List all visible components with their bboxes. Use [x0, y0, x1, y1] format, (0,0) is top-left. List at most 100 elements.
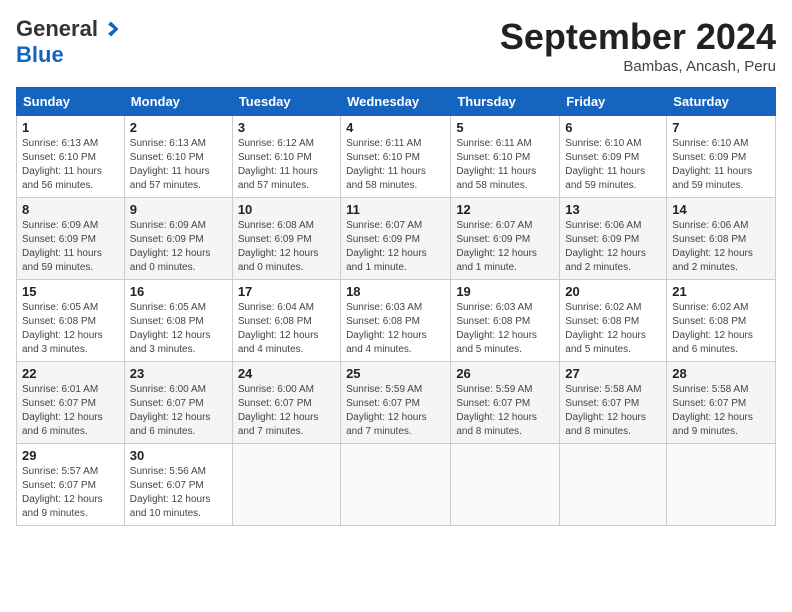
calendar-cell: 18 Sunrise: 6:03 AM Sunset: 6:08 PM Dayl… [341, 280, 451, 362]
calendar-week-row: 29 Sunrise: 5:57 AM Sunset: 6:07 PM Dayl… [17, 444, 776, 526]
day-info: Sunrise: 5:58 AM Sunset: 6:07 PM Dayligh… [565, 383, 661, 439]
col-tuesday: Tuesday [232, 88, 340, 116]
calendar-cell: 22 Sunrise: 6:01 AM Sunset: 6:07 PM Dayl… [17, 362, 125, 444]
day-info: Sunrise: 6:00 AM Sunset: 6:07 PM Dayligh… [238, 383, 335, 439]
logo-icon [102, 20, 120, 38]
calendar-cell: 15 Sunrise: 6:05 AM Sunset: 6:08 PM Dayl… [17, 280, 125, 362]
day-number: 20 [565, 284, 661, 299]
day-number: 23 [130, 366, 227, 381]
day-number: 12 [456, 202, 554, 217]
day-info: Sunrise: 6:11 AM Sunset: 6:10 PM Dayligh… [456, 137, 554, 193]
day-number: 13 [565, 202, 661, 217]
page-header: General Blue September 2024 Bambas, Anca… [16, 16, 776, 75]
calendar-cell: 30 Sunrise: 5:56 AM Sunset: 6:07 PM Dayl… [124, 444, 232, 526]
day-number: 2 [130, 120, 227, 135]
col-friday: Friday [560, 88, 667, 116]
day-info: Sunrise: 6:05 AM Sunset: 6:08 PM Dayligh… [130, 301, 227, 357]
calendar-cell: 10 Sunrise: 6:08 AM Sunset: 6:09 PM Dayl… [232, 198, 340, 280]
month-title: September 2024 [500, 16, 776, 58]
day-number: 25 [346, 366, 445, 381]
col-monday: Monday [124, 88, 232, 116]
calendar-cell [667, 444, 776, 526]
day-info: Sunrise: 6:07 AM Sunset: 6:09 PM Dayligh… [346, 219, 445, 275]
day-number: 4 [346, 120, 445, 135]
calendar-cell: 11 Sunrise: 6:07 AM Sunset: 6:09 PM Dayl… [341, 198, 451, 280]
calendar-week-row: 1 Sunrise: 6:13 AM Sunset: 6:10 PM Dayli… [17, 116, 776, 198]
calendar-cell: 7 Sunrise: 6:10 AM Sunset: 6:09 PM Dayli… [667, 116, 776, 198]
calendar-cell: 6 Sunrise: 6:10 AM Sunset: 6:09 PM Dayli… [560, 116, 667, 198]
day-info: Sunrise: 6:07 AM Sunset: 6:09 PM Dayligh… [456, 219, 554, 275]
day-info: Sunrise: 6:03 AM Sunset: 6:08 PM Dayligh… [346, 301, 445, 357]
col-wednesday: Wednesday [341, 88, 451, 116]
day-info: Sunrise: 6:05 AM Sunset: 6:08 PM Dayligh… [22, 301, 119, 357]
day-number: 22 [22, 366, 119, 381]
calendar-cell: 25 Sunrise: 5:59 AM Sunset: 6:07 PM Dayl… [341, 362, 451, 444]
day-info: Sunrise: 5:57 AM Sunset: 6:07 PM Dayligh… [22, 465, 119, 521]
day-number: 8 [22, 202, 119, 217]
day-info: Sunrise: 6:02 AM Sunset: 6:08 PM Dayligh… [672, 301, 770, 357]
day-number: 3 [238, 120, 335, 135]
day-info: Sunrise: 5:59 AM Sunset: 6:07 PM Dayligh… [456, 383, 554, 439]
calendar-cell: 26 Sunrise: 5:59 AM Sunset: 6:07 PM Dayl… [451, 362, 560, 444]
day-number: 29 [22, 448, 119, 463]
day-number: 26 [456, 366, 554, 381]
day-number: 30 [130, 448, 227, 463]
day-info: Sunrise: 6:09 AM Sunset: 6:09 PM Dayligh… [22, 219, 119, 275]
day-number: 21 [672, 284, 770, 299]
calendar-cell: 9 Sunrise: 6:09 AM Sunset: 6:09 PM Dayli… [124, 198, 232, 280]
day-number: 14 [672, 202, 770, 217]
calendar-week-row: 22 Sunrise: 6:01 AM Sunset: 6:07 PM Dayl… [17, 362, 776, 444]
logo-general-text: General [16, 16, 98, 42]
calendar-cell: 17 Sunrise: 6:04 AM Sunset: 6:08 PM Dayl… [232, 280, 340, 362]
day-info: Sunrise: 6:13 AM Sunset: 6:10 PM Dayligh… [22, 137, 119, 193]
calendar-table: Sunday Monday Tuesday Wednesday Thursday… [16, 87, 776, 526]
calendar-cell: 1 Sunrise: 6:13 AM Sunset: 6:10 PM Dayli… [17, 116, 125, 198]
calendar-cell [560, 444, 667, 526]
calendar-cell: 28 Sunrise: 5:58 AM Sunset: 6:07 PM Dayl… [667, 362, 776, 444]
day-info: Sunrise: 6:13 AM Sunset: 6:10 PM Dayligh… [130, 137, 227, 193]
calendar-cell: 14 Sunrise: 6:06 AM Sunset: 6:08 PM Dayl… [667, 198, 776, 280]
calendar-cell: 19 Sunrise: 6:03 AM Sunset: 6:08 PM Dayl… [451, 280, 560, 362]
day-info: Sunrise: 6:01 AM Sunset: 6:07 PM Dayligh… [22, 383, 119, 439]
calendar-cell: 5 Sunrise: 6:11 AM Sunset: 6:10 PM Dayli… [451, 116, 560, 198]
calendar-cell [232, 444, 340, 526]
day-number: 19 [456, 284, 554, 299]
calendar-cell: 16 Sunrise: 6:05 AM Sunset: 6:08 PM Dayl… [124, 280, 232, 362]
day-number: 15 [22, 284, 119, 299]
day-info: Sunrise: 6:10 AM Sunset: 6:09 PM Dayligh… [565, 137, 661, 193]
calendar-cell: 3 Sunrise: 6:12 AM Sunset: 6:10 PM Dayli… [232, 116, 340, 198]
title-block: September 2024 Bambas, Ancash, Peru [500, 16, 776, 75]
col-saturday: Saturday [667, 88, 776, 116]
day-number: 28 [672, 366, 770, 381]
location: Bambas, Ancash, Peru [500, 58, 776, 75]
logo-blue-text: Blue [16, 42, 64, 68]
day-info: Sunrise: 6:02 AM Sunset: 6:08 PM Dayligh… [565, 301, 661, 357]
col-thursday: Thursday [451, 88, 560, 116]
day-info: Sunrise: 6:11 AM Sunset: 6:10 PM Dayligh… [346, 137, 445, 193]
day-number: 9 [130, 202, 227, 217]
day-info: Sunrise: 5:56 AM Sunset: 6:07 PM Dayligh… [130, 465, 227, 521]
day-info: Sunrise: 5:59 AM Sunset: 6:07 PM Dayligh… [346, 383, 445, 439]
calendar-cell: 21 Sunrise: 6:02 AM Sunset: 6:08 PM Dayl… [667, 280, 776, 362]
day-info: Sunrise: 6:10 AM Sunset: 6:09 PM Dayligh… [672, 137, 770, 193]
day-number: 24 [238, 366, 335, 381]
day-number: 11 [346, 202, 445, 217]
day-number: 17 [238, 284, 335, 299]
day-info: Sunrise: 6:03 AM Sunset: 6:08 PM Dayligh… [456, 301, 554, 357]
calendar-cell [451, 444, 560, 526]
day-info: Sunrise: 5:58 AM Sunset: 6:07 PM Dayligh… [672, 383, 770, 439]
day-info: Sunrise: 6:04 AM Sunset: 6:08 PM Dayligh… [238, 301, 335, 357]
day-info: Sunrise: 6:08 AM Sunset: 6:09 PM Dayligh… [238, 219, 335, 275]
calendar-cell: 20 Sunrise: 6:02 AM Sunset: 6:08 PM Dayl… [560, 280, 667, 362]
calendar-cell: 2 Sunrise: 6:13 AM Sunset: 6:10 PM Dayli… [124, 116, 232, 198]
day-info: Sunrise: 6:09 AM Sunset: 6:09 PM Dayligh… [130, 219, 227, 275]
calendar-cell: 24 Sunrise: 6:00 AM Sunset: 6:07 PM Dayl… [232, 362, 340, 444]
calendar-header-row: Sunday Monday Tuesday Wednesday Thursday… [17, 88, 776, 116]
calendar-cell: 27 Sunrise: 5:58 AM Sunset: 6:07 PM Dayl… [560, 362, 667, 444]
calendar-cell: 23 Sunrise: 6:00 AM Sunset: 6:07 PM Dayl… [124, 362, 232, 444]
day-number: 1 [22, 120, 119, 135]
calendar-cell [341, 444, 451, 526]
day-number: 7 [672, 120, 770, 135]
day-info: Sunrise: 6:00 AM Sunset: 6:07 PM Dayligh… [130, 383, 227, 439]
calendar-cell: 13 Sunrise: 6:06 AM Sunset: 6:09 PM Dayl… [560, 198, 667, 280]
